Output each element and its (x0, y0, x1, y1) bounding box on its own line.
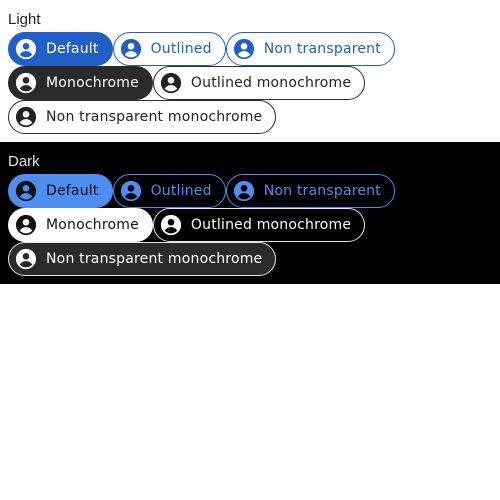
account-circle-icon (160, 72, 182, 94)
chip-label: Non transparent monochrome (46, 109, 263, 125)
light-row-2: Monochrome Outlined monochrome (8, 66, 492, 100)
dark-default-chip[interactable]: Default (8, 174, 113, 208)
light-row-1: Default Outlined Non transparent (8, 32, 492, 66)
light-section: Light Default Outlined Non transparent M… (0, 0, 500, 142)
dark-row-2: Monochrome Outlined monochrome (8, 208, 492, 242)
account-circle-icon (15, 72, 37, 94)
account-circle-icon (15, 106, 37, 128)
chip-label: Monochrome (46, 75, 139, 91)
light-section-title: Light (8, 11, 41, 28)
chip-label: Monochrome (46, 217, 139, 233)
chip-label: Outlined monochrome (190, 75, 352, 91)
dark-non-transparent-chip[interactable]: Non transparent (225, 174, 395, 208)
account-circle-icon (120, 180, 142, 202)
chip-label: Outlined monochrome (190, 217, 352, 233)
account-circle-icon (15, 180, 37, 202)
dark-outlined-monochrome-chip[interactable]: Outlined monochrome (152, 208, 366, 242)
dark-section: Dark Default Outlined Non transparent Mo… (0, 142, 500, 284)
account-circle-icon (120, 38, 142, 60)
dark-section-title: Dark (8, 153, 40, 170)
chip-label: Outlined (150, 41, 212, 57)
chip-label: Default (46, 41, 99, 57)
light-monochrome-chip[interactable]: Monochrome (8, 66, 153, 100)
chip-label: Non transparent (263, 183, 381, 199)
dark-row-3: Non transparent monochrome (8, 242, 492, 276)
light-non-transparent-chip[interactable]: Non transparent (225, 32, 395, 66)
dark-monochrome-chip[interactable]: Monochrome (8, 208, 153, 242)
dark-non-transparent-monochrome-chip[interactable]: Non transparent monochrome (8, 242, 277, 276)
light-outlined-monochrome-chip[interactable]: Outlined monochrome (152, 66, 366, 100)
chip-label: Default (46, 183, 99, 199)
account-circle-icon (160, 214, 182, 236)
account-circle-icon (15, 248, 37, 270)
light-non-transparent-monochrome-chip[interactable]: Non transparent monochrome (8, 100, 277, 134)
account-circle-icon (15, 38, 37, 60)
light-outlined-chip[interactable]: Outlined (112, 32, 226, 66)
account-circle-icon (233, 38, 255, 60)
chip-label: Outlined (150, 183, 212, 199)
light-default-chip[interactable]: Default (8, 32, 113, 66)
light-row-3: Non transparent monochrome (8, 100, 492, 134)
account-circle-icon (233, 180, 255, 202)
chip-label: Non transparent monochrome (46, 251, 263, 267)
chip-label: Non transparent (263, 41, 381, 57)
dark-outlined-chip[interactable]: Outlined (112, 174, 226, 208)
dark-row-1: Default Outlined Non transparent (8, 174, 492, 208)
account-circle-icon (15, 214, 37, 236)
